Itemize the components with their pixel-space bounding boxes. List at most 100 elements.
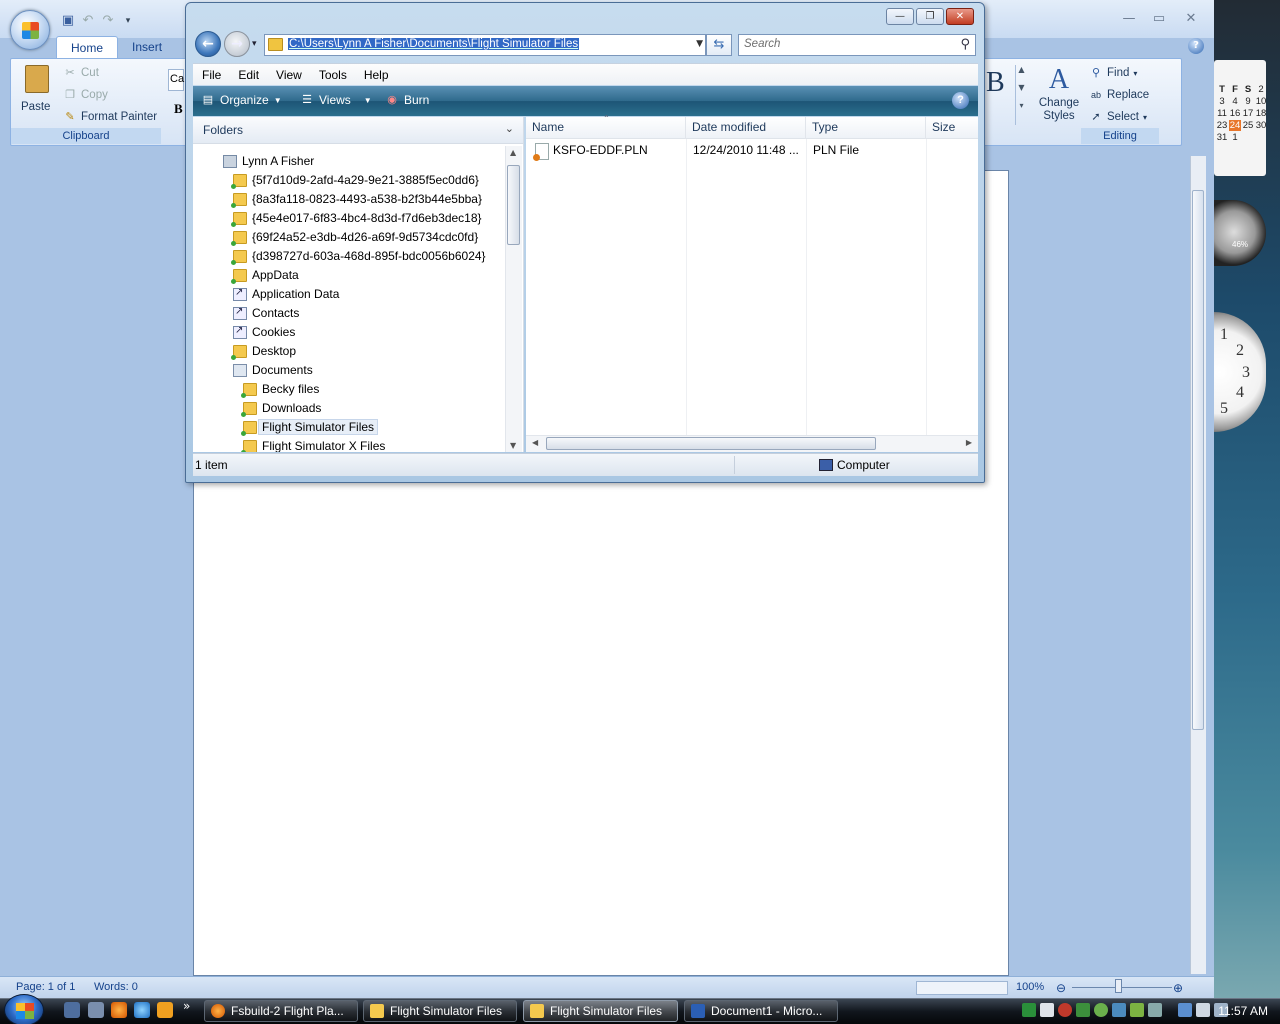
menu-view[interactable]: View xyxy=(267,68,310,82)
start-button[interactable] xyxy=(4,994,44,1024)
address-dropdown-icon[interactable]: ▼ xyxy=(696,39,703,49)
scroll-right-icon[interactable]: ▶ xyxy=(966,438,972,447)
menu-file[interactable]: File xyxy=(193,68,229,82)
folder-tree-item[interactable]: Cookies xyxy=(233,323,295,341)
network-icon[interactable] xyxy=(1178,1003,1192,1017)
calendar-day[interactable]: 17 xyxy=(1242,108,1254,119)
calendar-day[interactable]: 1 xyxy=(1229,132,1241,143)
word-maximize-button[interactable]: ▭ xyxy=(1146,10,1172,28)
bold-button[interactable]: B xyxy=(174,101,183,117)
folder-tree-item[interactable]: Application Data xyxy=(233,285,339,303)
search-icon[interactable]: ⚲ xyxy=(960,37,970,52)
menu-help[interactable]: Help xyxy=(355,68,397,82)
address-bar[interactable]: C:\Users\Lynn A Fisher\Documents\Flight … xyxy=(264,34,706,56)
folder-tree-scroll-thumb[interactable] xyxy=(507,165,520,245)
folder-tree-item[interactable]: Downloads xyxy=(241,399,321,417)
scroll-up-icon[interactable]: ▲ xyxy=(510,148,516,157)
folders-header[interactable]: Folders ⌄ xyxy=(193,117,523,144)
taskbar-button-flight-sim-files[interactable]: Flight Simulator Files xyxy=(363,1000,517,1022)
burn-button[interactable]: ◉ Burn xyxy=(385,93,429,107)
recent-pages-dropdown-icon[interactable]: ▾ xyxy=(252,39,257,49)
folder-tree-item[interactable]: {69f24a52-e3db-4d26-a69f-9d5734cdc0fd} xyxy=(231,228,478,246)
calendar-day[interactable]: 4 xyxy=(1229,96,1241,107)
folder-tree-item[interactable]: Becky files xyxy=(241,380,319,398)
folder-tree-item[interactable]: Flight Simulator Files xyxy=(241,418,379,436)
file-list-scroll-thumb[interactable] xyxy=(546,437,876,450)
show-desktop-icon[interactable] xyxy=(64,1002,80,1018)
word-help-icon[interactable]: ? xyxy=(1188,38,1204,54)
save-icon[interactable]: ▣ xyxy=(60,13,76,29)
chevron-down-icon[interactable]: ⌄ xyxy=(505,122,514,135)
organize-button[interactable]: ▤ Organize ▼ xyxy=(201,93,282,107)
zoom-level[interactable]: 100% xyxy=(1016,981,1044,993)
taskbar-button-document1[interactable]: Document1 - Micro... xyxy=(684,1000,838,1022)
calendar-day[interactable]: 3 xyxy=(1216,96,1228,107)
file-name[interactable]: KSFO-EDDF.PLN xyxy=(553,143,648,157)
folder-tree-item[interactable]: {d398727d-603a-468d-895f-bdc0056b6024} xyxy=(231,247,486,265)
column-size[interactable]: Size xyxy=(926,117,978,139)
internet-explorer-icon[interactable] xyxy=(134,1002,150,1018)
menu-tools[interactable]: Tools xyxy=(310,68,355,82)
customize-qat-icon[interactable]: ▾ xyxy=(120,13,136,29)
office-button[interactable] xyxy=(10,10,50,50)
folder-tree-item[interactable]: Flight Simulator X Files xyxy=(241,437,385,452)
calendar-day[interactable]: 24 xyxy=(1229,120,1241,131)
page-count[interactable]: Page: 1 of 1 xyxy=(16,981,75,993)
zoom-slider-handle[interactable] xyxy=(1115,979,1122,993)
calendar-day[interactable]: 18 xyxy=(1255,108,1267,119)
taskbar-clock[interactable]: 11:57 AM xyxy=(1218,1004,1268,1018)
switch-windows-icon[interactable] xyxy=(88,1002,104,1018)
replace-button[interactable]: ab Replace xyxy=(1089,88,1149,102)
taskbar-button-flight-sim-files-active[interactable]: Flight Simulator Files xyxy=(523,1000,678,1022)
calendar-day[interactable]: 16 xyxy=(1229,108,1241,119)
paste-button[interactable]: Paste xyxy=(19,63,55,119)
calendar-day[interactable]: 10 xyxy=(1255,96,1267,107)
tray-app-icon[interactable] xyxy=(1076,1003,1090,1017)
find-button[interactable]: ⚲ Find ▾ xyxy=(1089,66,1137,80)
zoom-in-icon[interactable]: ⊕ xyxy=(1173,981,1183,995)
scroll-down-icon[interactable]: ▼ xyxy=(510,441,516,450)
word-minimize-button[interactable]: — xyxy=(1116,10,1142,28)
help-icon[interactable]: ? xyxy=(952,92,969,109)
file-row[interactable]: KSFO-EDDF.PLN 12/24/2010 11:48 ... PLN F… xyxy=(526,140,978,161)
redo-icon[interactable]: ↷ xyxy=(100,13,116,29)
calendar-day[interactable]: 25 xyxy=(1242,120,1254,131)
folder-tree-item[interactable]: Contacts xyxy=(233,304,299,322)
calendar-gadget[interactable]: T F S 2 3 4 9 10 11 16 17 18 23 24 25 30 31 1 xyxy=(1214,60,1266,176)
calendar-day[interactable]: 23 xyxy=(1216,120,1228,131)
cut-button[interactable]: ✂ Cut xyxy=(63,66,99,80)
search-box[interactable]: Search ⚲ xyxy=(738,34,976,56)
tray-app-icon[interactable] xyxy=(1058,1003,1072,1017)
calendar-day[interactable]: F xyxy=(1229,84,1241,95)
taskbar-button-fsbuild[interactable]: Fsbuild-2 Flight Pla... xyxy=(204,1000,358,1022)
calendar-day[interactable]: 9 xyxy=(1242,96,1254,107)
explorer-maximize-button[interactable]: ❐ xyxy=(916,8,944,25)
calendar-day[interactable]: 2 xyxy=(1255,84,1267,95)
tab-home[interactable]: Home xyxy=(56,36,119,58)
format-painter-button[interactable]: ✎ Format Painter xyxy=(63,110,157,124)
calendar-day[interactable]: T xyxy=(1216,84,1228,95)
folder-tree-item[interactable]: Desktop xyxy=(231,342,296,360)
address-text[interactable]: C:\Users\Lynn A Fisher\Documents\Flight … xyxy=(288,38,580,50)
tray-app-icon[interactable] xyxy=(1094,1003,1108,1017)
column-type[interactable]: Type xyxy=(806,117,926,139)
document-scroll-thumb[interactable] xyxy=(1192,190,1204,730)
more-quicklaunch-icon[interactable]: » xyxy=(183,999,190,1013)
tray-app-icon[interactable] xyxy=(1148,1003,1162,1017)
calendar-day[interactable]: 30 xyxy=(1255,120,1267,131)
media-player-icon[interactable] xyxy=(157,1002,173,1018)
folder-tree-item[interactable]: Lynn A Fisher xyxy=(223,152,314,170)
folder-tree-item[interactable]: Documents xyxy=(233,361,313,379)
views-button[interactable]: ☰ Views ▼ xyxy=(300,93,372,107)
change-styles-button[interactable]: A Change Styles xyxy=(1033,63,1085,133)
explorer-minimize-button[interactable]: — xyxy=(886,8,914,25)
undo-icon[interactable]: ↶ xyxy=(80,13,96,29)
tray-app-icon[interactable] xyxy=(1022,1003,1036,1017)
styles-scroll[interactable]: ▲ ▼ ▾ xyxy=(1015,65,1027,125)
explorer-close-button[interactable]: ✕ xyxy=(946,8,974,25)
font-name-box[interactable]: Ca xyxy=(168,69,184,91)
menu-edit[interactable]: Edit xyxy=(229,68,267,82)
scroll-left-icon[interactable]: ◀ xyxy=(532,438,538,447)
back-button[interactable]: ← xyxy=(195,31,221,57)
copy-button[interactable]: ❐ Copy xyxy=(63,88,108,102)
